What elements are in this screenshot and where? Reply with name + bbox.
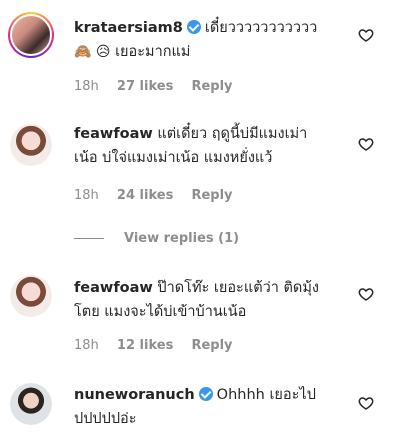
avatar-image: [10, 383, 52, 425]
avatar-image: [10, 14, 52, 56]
comment-likes[interactable]: 24 likes: [117, 188, 173, 203]
comment-username[interactable]: feawfoaw: [74, 280, 153, 296]
view-replies-label: View replies (1): [124, 231, 240, 246]
verified-badge-icon: [186, 20, 201, 34]
comment-username[interactable]: krataersiam8: [74, 20, 183, 36]
avatar[interactable]: [10, 124, 52, 166]
reply-button[interactable]: Reply: [191, 79, 232, 94]
comment-username[interactable]: feawfoaw: [74, 126, 153, 142]
comment-body-line2: โตย แมงจะได้บ่เข้าบ้านเน้อ: [74, 304, 247, 320]
comment-time[interactable]: 18h: [74, 188, 99, 203]
comment-body-line2: ปปปปปอ่ะ: [74, 411, 137, 427]
comment-body: แต่เดี๋ยว ฤดูนี้บ่มีแมงเม่า: [157, 126, 308, 142]
avatar[interactable]: [10, 275, 52, 317]
comment-likes[interactable]: 27 likes: [117, 79, 173, 94]
reply-button[interactable]: Reply: [191, 188, 232, 203]
comment-meta: 18h 27 likes Reply: [74, 79, 247, 94]
comment-time[interactable]: 18h: [74, 338, 99, 353]
reply-button[interactable]: Reply: [191, 338, 232, 353]
comment-meta: 18h 12 likes Reply: [74, 338, 247, 353]
comment-body-line2: เยอะมากแม่: [115, 44, 191, 60]
emoji: 🙈 😥: [74, 44, 111, 60]
view-replies-button[interactable]: View replies (1): [74, 231, 239, 246]
heart-icon[interactable]: [358, 286, 374, 302]
comment-body: เดี๋ยววววววววววว: [204, 20, 318, 36]
avatar-image: [10, 275, 52, 317]
avatar[interactable]: [8, 12, 54, 58]
comment-text: feawfoaw แต่เดี๋ยว ฤดูนี้บ่มีแมงเม่า เน้…: [74, 122, 354, 170]
comment-body: Ohhhh เยอะไป: [216, 387, 316, 403]
comment-text: krataersiam8 เดี๋ยววววววววววว 🙈 😥 เยอะมาก…: [74, 16, 354, 64]
heart-icon[interactable]: [358, 136, 374, 152]
comment-text: nuneworanuch Ohhhh เยอะไป ปปปปปอ่ะ: [74, 383, 354, 431]
comment-body: ป๊าดโท๊ะ เยอะแต้ว่า ติดมุ้ง: [157, 280, 319, 296]
heart-icon[interactable]: [358, 27, 374, 43]
verified-badge-icon: [198, 387, 213, 401]
comment-username[interactable]: nuneworanuch: [74, 387, 195, 403]
heart-icon[interactable]: [358, 395, 374, 411]
comment-meta: 18h 24 likes Reply: [74, 188, 247, 203]
divider: [74, 238, 104, 239]
avatar-image: [10, 124, 52, 166]
avatar[interactable]: [10, 383, 52, 425]
comment-time[interactable]: 18h: [74, 79, 99, 94]
comment-body-line2: เน้อ บ่ใจ่แมงเม่าเน้อ แมงหยั่งแว้: [74, 150, 273, 166]
comment-likes[interactable]: 12 likes: [117, 338, 173, 353]
comment-text: feawfoaw ป๊าดโท๊ะ เยอะแต้ว่า ติดมุ้ง โตย…: [74, 276, 354, 324]
